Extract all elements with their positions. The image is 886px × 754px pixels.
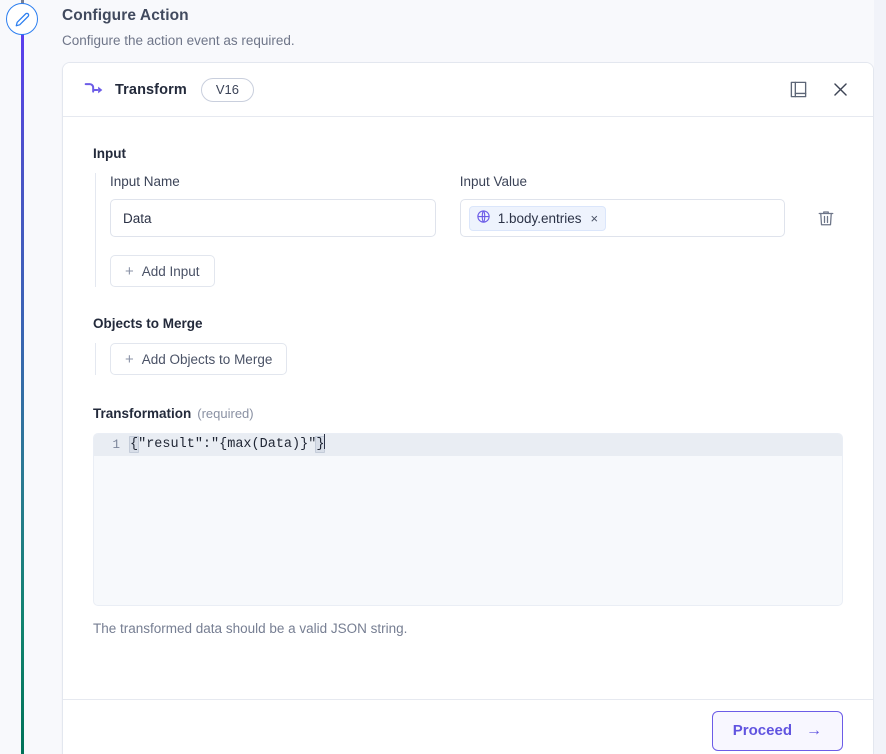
code-content[interactable]: {"result":"{max(Data)}"} xyxy=(129,434,326,456)
transformation-title: Transformation xyxy=(93,406,192,421)
transformation-required-note: (required) xyxy=(197,406,254,421)
close-icon[interactable] xyxy=(825,75,855,105)
rail-step-node[interactable] xyxy=(6,3,38,35)
trash-icon[interactable] xyxy=(809,199,843,237)
card-title: Transform xyxy=(115,81,187,98)
transform-config-card: Transform V16 Input Input Name Data Inpu… xyxy=(62,62,874,754)
value-token-remove-icon[interactable]: × xyxy=(591,212,599,225)
text-caret xyxy=(324,434,326,449)
input-value-label: Input Value xyxy=(459,174,528,189)
add-objects-to-merge-label: Add Objects to Merge xyxy=(141,351,273,367)
workflow-rail xyxy=(0,0,44,754)
card-footer: Proceed → xyxy=(63,699,873,754)
input-name-column: Input Name xyxy=(110,173,436,237)
input-name-label: Input Name xyxy=(110,174,180,189)
globe-icon xyxy=(476,209,491,227)
transformation-label: Transformation (required) xyxy=(93,405,843,423)
transformation-hint: The transformed data should be a valid J… xyxy=(93,621,408,636)
input-value-column: Input Value 1.body.entries × xyxy=(459,173,786,237)
page-subtitle: Configure the action event as required. xyxy=(62,33,295,48)
pencil-icon xyxy=(15,12,30,27)
merge-section-label: Objects to Merge xyxy=(93,316,203,331)
book-icon[interactable] xyxy=(783,75,813,105)
arrow-right-icon: → xyxy=(806,721,822,739)
card-header: Transform V16 xyxy=(63,63,873,117)
code-line-number: 1 xyxy=(112,438,120,452)
page-header: Configure Action Configure the action ev… xyxy=(62,6,762,50)
plus-icon: + xyxy=(125,350,134,368)
merge-section-group: + Add Objects to Merge xyxy=(95,343,843,375)
input-value-field[interactable]: 1.body.entries × xyxy=(459,199,786,237)
right-edge-strip xyxy=(874,0,886,754)
page-title: Configure Action xyxy=(62,7,189,24)
transform-arrow-icon xyxy=(83,79,105,101)
proceed-label: Proceed xyxy=(732,722,792,739)
value-token[interactable]: 1.body.entries × xyxy=(468,205,607,231)
code-line[interactable]: 1 {"result":"{max(Data)}"} xyxy=(94,434,842,456)
input-section-group: Input Name Input Value xyxy=(95,173,843,287)
proceed-button[interactable]: Proceed → xyxy=(711,710,843,751)
card-body: Input Input Name Input Value xyxy=(63,117,873,700)
rail-connector-line xyxy=(21,32,24,754)
add-input-label: Add Input xyxy=(141,263,200,279)
add-objects-to-merge-button[interactable]: + Add Objects to Merge xyxy=(110,343,288,375)
version-badge[interactable]: V16 xyxy=(200,77,254,102)
value-token-label: 1.body.entries xyxy=(497,210,582,226)
code-middle: "result":"{max(Data)}" xyxy=(138,437,317,452)
plus-icon: + xyxy=(125,262,134,280)
transformation-code-editor[interactable]: 1 {"result":"{max(Data)}"} xyxy=(93,433,843,606)
add-input-button[interactable]: + Add Input xyxy=(110,255,215,287)
input-section-label: Input xyxy=(93,146,126,161)
input-name-field[interactable] xyxy=(110,199,436,237)
configure-action-screen: Configure Action Configure the action ev… xyxy=(0,0,886,754)
input-row: Input Name Input Value xyxy=(110,173,843,237)
